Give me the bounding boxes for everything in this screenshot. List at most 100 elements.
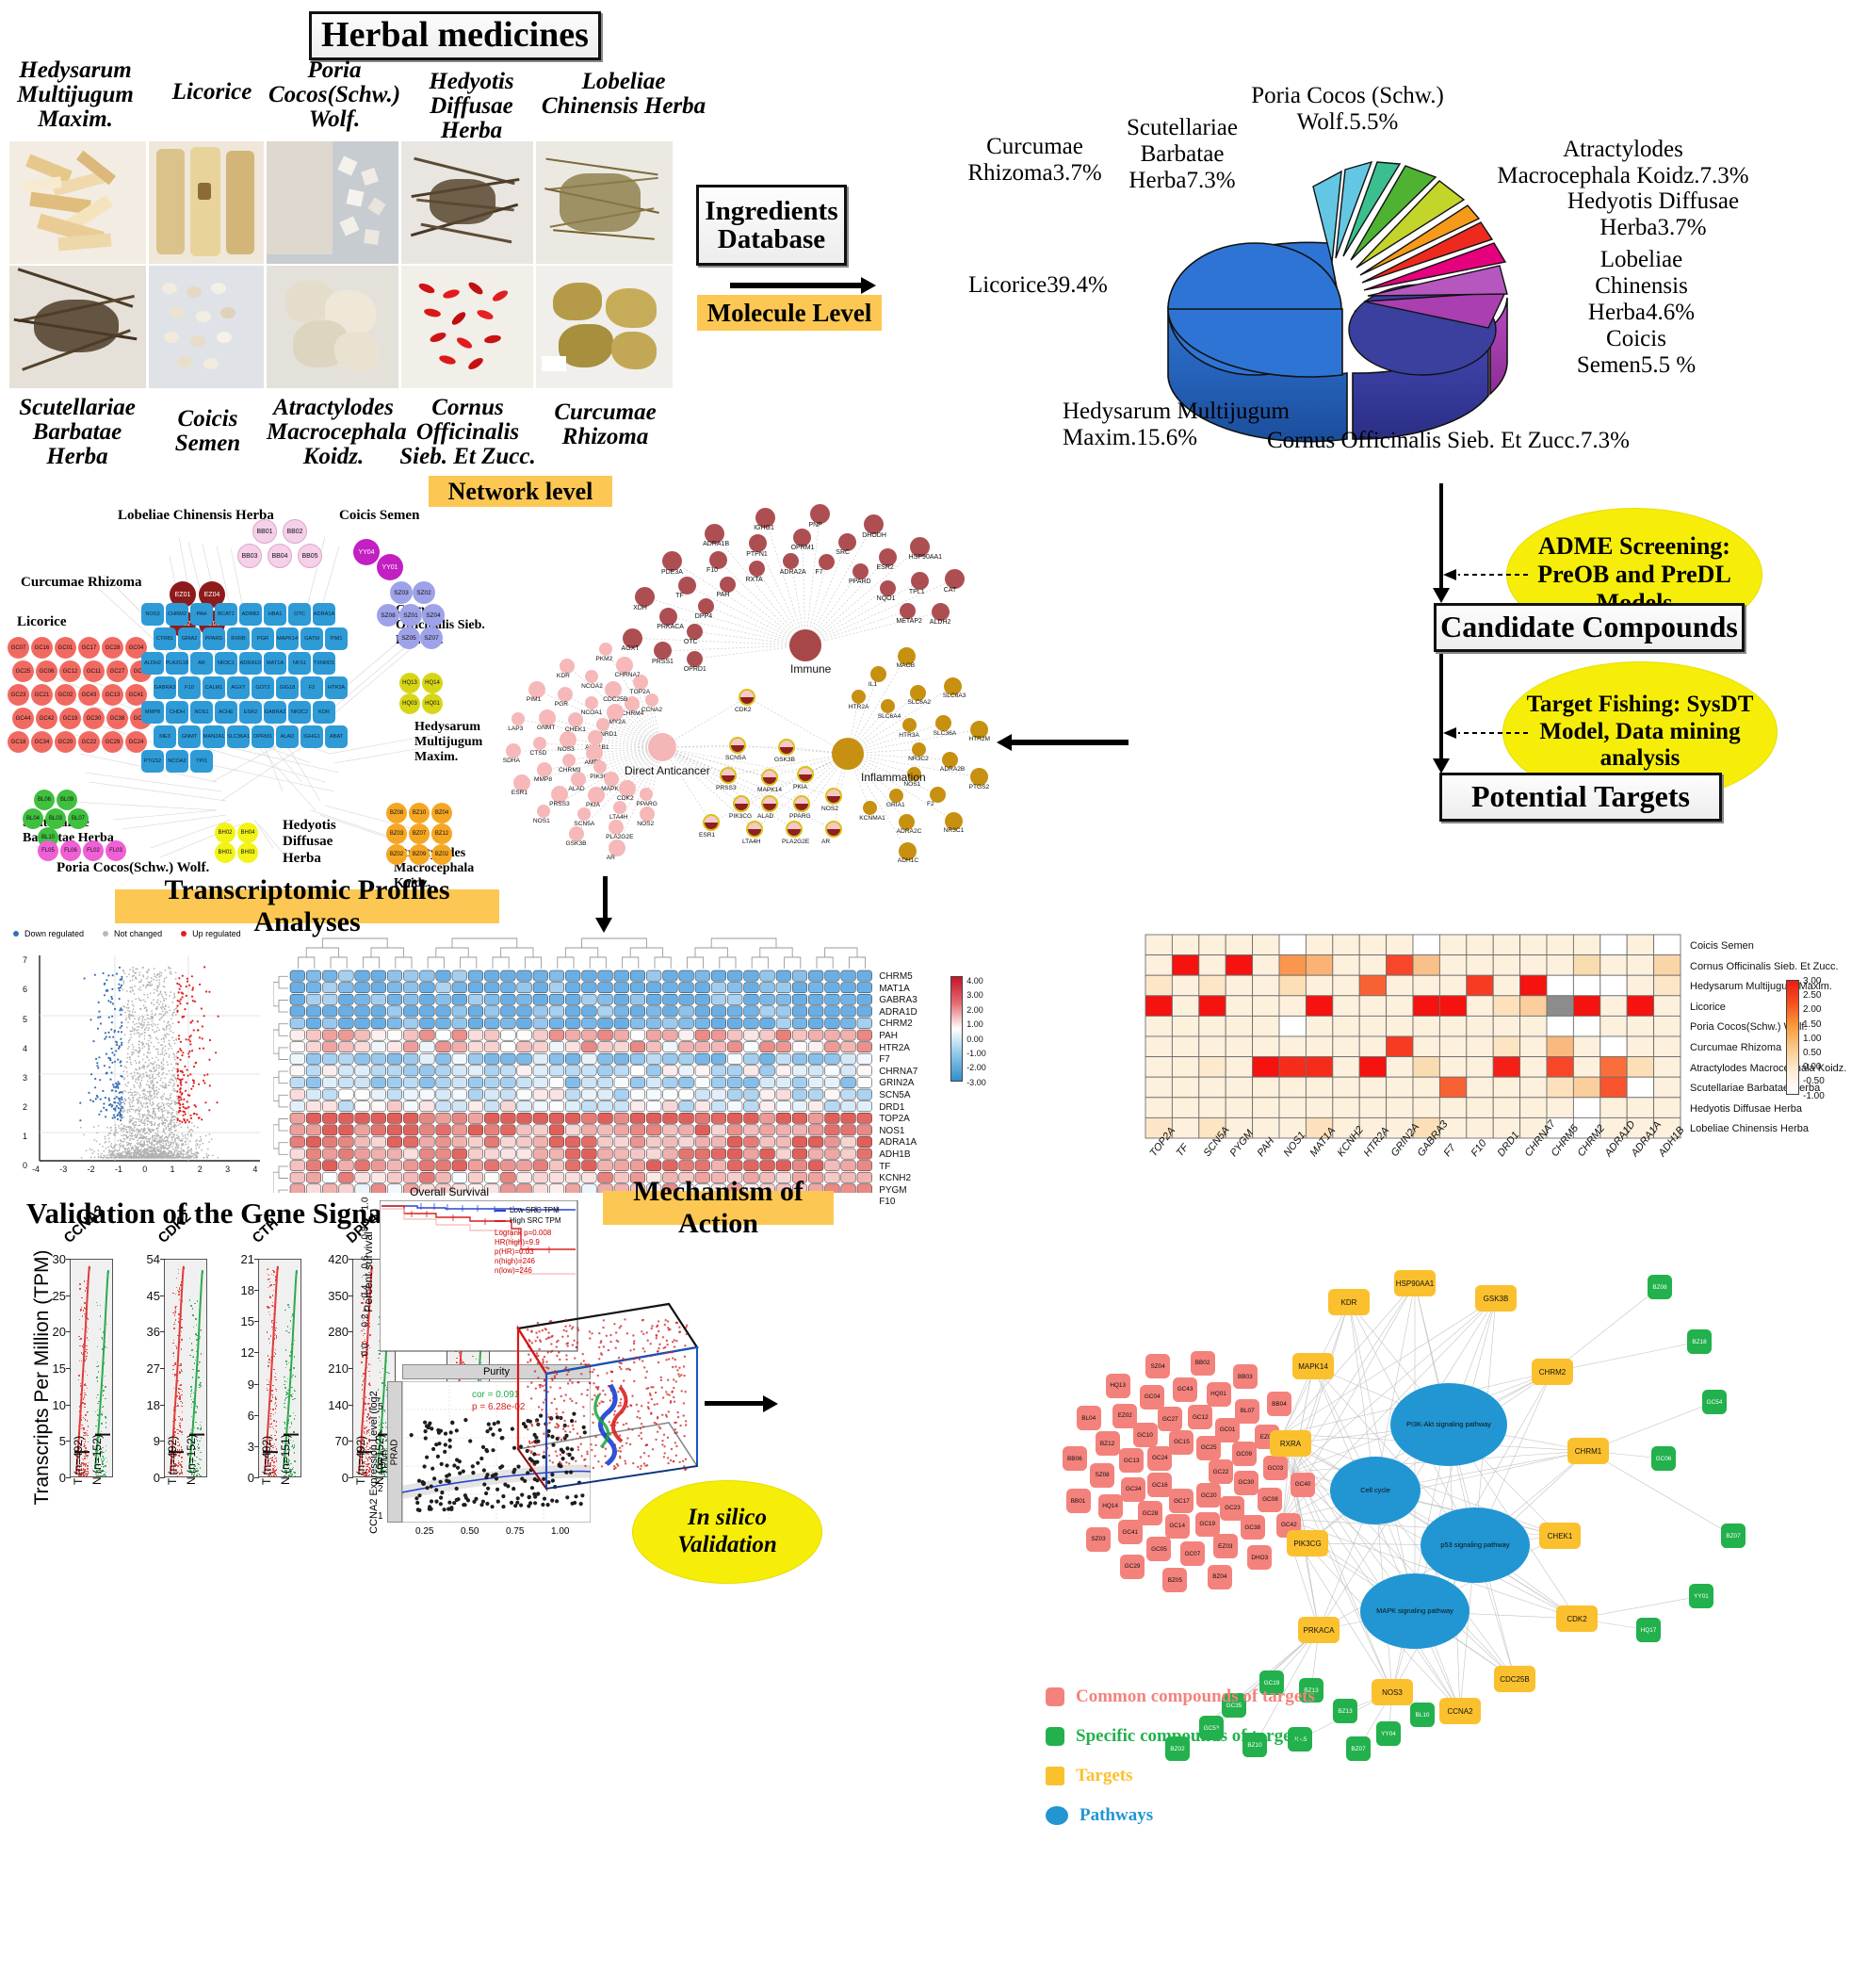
- arrow-candidate-to-targets-head: [1433, 758, 1450, 774]
- immune-label-OPRD1: OPRD1: [683, 666, 706, 674]
- anticancer-label-PKM2: PKM2: [595, 656, 613, 663]
- shared-label-PKIA: PKIA: [793, 784, 808, 790]
- moa-compound-EZ02: EZ02: [1112, 1403, 1138, 1428]
- immune-label-DHODH: DHODH: [862, 531, 886, 539]
- anticancer-label-ALAD: ALAD: [568, 786, 585, 793]
- anticancer-label-NOS3: NOS3: [557, 745, 575, 753]
- shared-label-PRSS3: PRSS3: [716, 785, 737, 791]
- network-target-GNMT: GNMT: [178, 725, 201, 748]
- tpm-xlabel-CCNA2-1: N (n=152): [90, 1434, 104, 1485]
- network-target-ALDH2: ALDH2: [141, 652, 164, 675]
- tpm-tick-DPP4-2: 280: [328, 1325, 349, 1340]
- network-node-BH01: BH01: [215, 842, 235, 863]
- tpm-ticklines-CDK2-1: [160, 1295, 165, 1296]
- network-node-YY01: YY01: [377, 554, 403, 580]
- anticancer-node-CHRM3: [562, 753, 576, 767]
- inflammation-label-SLC36A: SLC36A: [933, 729, 957, 737]
- network-target-GRIA2: GRIA2: [178, 627, 201, 650]
- moa-compound-GC16: GC16: [1147, 1473, 1173, 1497]
- heat-row-9: Lobeliae Chinensis Herba: [1690, 1123, 1809, 1135]
- tpm-ticklines-CTH-7: [254, 1477, 259, 1478]
- network-node-GC23: GC23: [8, 684, 29, 706]
- network-node-GC07: GC07: [8, 637, 29, 659]
- network-target-ADRA1D: ADRA1D: [239, 652, 262, 675]
- network-target-IGHG1: IGHG1: [300, 725, 323, 748]
- immune-node-PRKACA: [658, 607, 677, 626]
- volcano-xtick-0: -4: [32, 1165, 41, 1174]
- network-node-GC01: GC01: [55, 637, 76, 659]
- network-node-GC12: GC12: [59, 660, 81, 682]
- network-node-GC13: GC13: [102, 684, 123, 706]
- herb-label-cornus: Cornus Officinalis Sieb. Et Zucc.: [399, 395, 536, 469]
- legend-dot-up: [181, 931, 187, 937]
- inflammation-label-SLC6A2: SLC6A2: [907, 699, 932, 707]
- network-target-SLC36A1: SLC36A1: [227, 725, 250, 748]
- heat-row-8: Hedyotis Diffusae Herba: [1690, 1102, 1803, 1115]
- anticancer-label-CDC25B: CDC25B: [603, 695, 628, 703]
- cluster-row-CHRM2: CHRM2: [879, 1018, 913, 1030]
- survival-ytick-1: 0.8: [360, 1226, 371, 1240]
- network-target-NCOA2: NCOA2: [166, 750, 188, 773]
- network-node-GC21: GC21: [31, 684, 53, 706]
- moa-compound-BZ04: BZ04: [1207, 1564, 1232, 1589]
- tpm-tick-DPP4-6: 0: [341, 1471, 349, 1485]
- network-target-CHDH: CHDH: [166, 701, 188, 724]
- survival-title: Overall Survival: [410, 1185, 490, 1198]
- cluster-row-GABRA3: GABRA3: [879, 995, 917, 1006]
- volcano-ytick-5: 5: [23, 1014, 28, 1024]
- tpm-ticklines-CTH-4: [254, 1383, 259, 1385]
- purity-ytick-0: 1: [378, 1511, 383, 1522]
- network-node-BZ07: BZ07: [409, 823, 430, 844]
- inflammation-label-HTR3A: HTR3A: [899, 731, 919, 739]
- tpm-tick-CTH-2: 15: [240, 1314, 254, 1329]
- immune-node-PPARD: [852, 562, 869, 579]
- moa-target-CCNA2: CCNA2: [1439, 1698, 1481, 1724]
- moa-compound-BB06: BB06: [1062, 1446, 1087, 1472]
- tpm-ticklines-CCNA2-2: [66, 1331, 71, 1333]
- herb-label-atractylodes: Atractylodes Macrocephala Koidz.: [267, 395, 407, 469]
- survival-legend-label-0: Low SRC TPM: [510, 1206, 560, 1214]
- network-target-F2: F2: [300, 676, 323, 699]
- moa-target-KDR: KDR: [1328, 1289, 1370, 1315]
- shared-node-NOS2: [825, 788, 842, 805]
- cluster-scale-tick-5: -1.00: [966, 1049, 986, 1058]
- anticancer-node-CHEK1: [567, 711, 583, 727]
- tpm-tick-DPP4-3: 210: [328, 1361, 349, 1376]
- anticancer-node-LTA4H: [613, 800, 626, 814]
- immune-node-TF: [677, 576, 696, 595]
- tpm-ticklines-CTH-3: [254, 1352, 259, 1354]
- network-node-BH04: BH04: [237, 823, 258, 843]
- network-target-PTGS2: PTGS2: [141, 750, 164, 773]
- tpm-tick-CDK2-3: 27: [146, 1361, 160, 1376]
- herb-photo-lobeliae: [536, 141, 673, 264]
- moa-target-MAPK14: MAPK14: [1292, 1353, 1334, 1379]
- moa-compound-GC07: GC07: [1179, 1541, 1205, 1567]
- moa-legend-row-1: Specific compounds of targets: [1046, 1726, 1304, 1747]
- moa-specific-YY04: YY04: [1376, 1721, 1401, 1746]
- network-node-GC25: GC25: [12, 660, 34, 682]
- arrow-docking-to-moa: [705, 1401, 765, 1406]
- network-target-ABAT: ABAT: [325, 725, 348, 748]
- immune-node-OPRD1: [687, 650, 704, 667]
- cluster-row-KCNH2: KCNH2: [879, 1173, 912, 1184]
- moa-compound-EZ03: EZ03: [1212, 1534, 1238, 1559]
- anticancer-label-NCOA1: NCOA1: [580, 709, 603, 716]
- anticancer-label-NOS1: NOS1: [532, 817, 550, 824]
- tpm-ticklines-CCNA2-0: [66, 1259, 71, 1260]
- tpm-tick-CTH-1: 18: [240, 1283, 254, 1298]
- immune-node-METAP2: [899, 602, 916, 619]
- moa-specific-YY01: YY01: [1689, 1584, 1713, 1608]
- moa-compound-GC41: GC41: [1117, 1520, 1143, 1545]
- herb-photo-coicis: [149, 266, 264, 388]
- tpm-ticklines-CTH-5: [254, 1414, 259, 1416]
- cluster-row-TOP2A: TOP2A: [879, 1114, 910, 1125]
- cluster-row-HTR2A: HTR2A: [879, 1042, 910, 1053]
- network-target-TXNRD1: TXNRD1: [313, 652, 335, 675]
- immune-node-SRC: [837, 532, 856, 551]
- shared-node-MAPK14: [761, 769, 778, 786]
- inflammation-label-SLC6A3: SLC6A3: [942, 693, 966, 700]
- network-node-GC44: GC44: [12, 708, 34, 729]
- volcano-xtick-2: -2: [87, 1165, 95, 1174]
- network-target-HBA1: HBA1: [264, 603, 286, 626]
- hub-label-inflammation: Inflammation: [861, 771, 926, 784]
